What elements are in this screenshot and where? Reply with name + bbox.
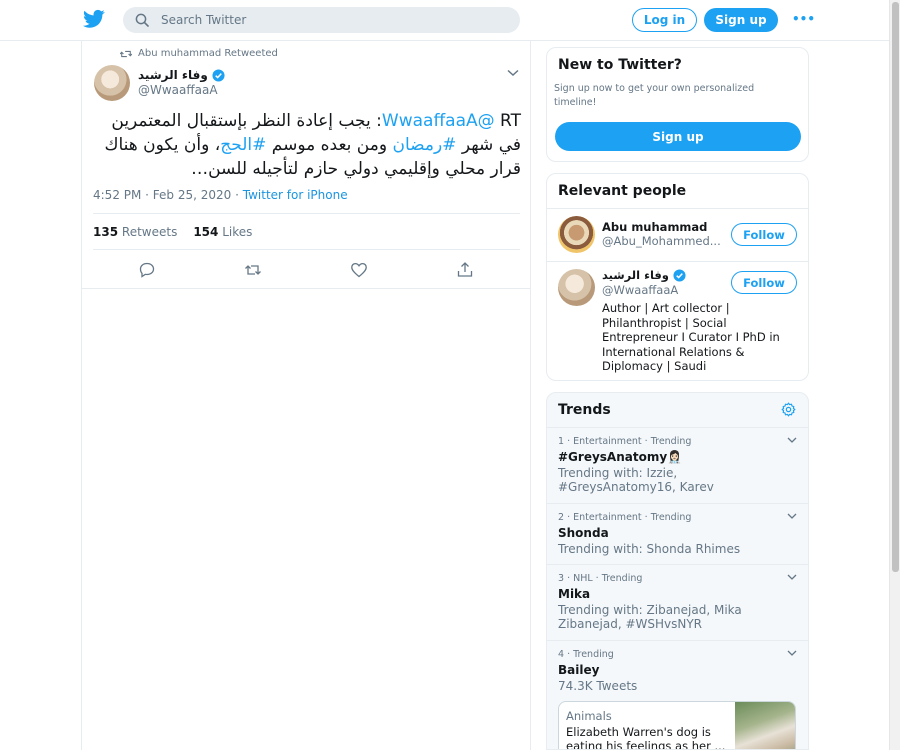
tweet-rt-prefix: RT — [494, 111, 521, 131]
person-name-text: Abu muhammad — [602, 220, 708, 234]
signup-button[interactable]: Sign up — [704, 8, 778, 32]
more-menu-icon[interactable]: ••• — [792, 12, 815, 26]
tweet-timestamp[interactable]: 4:52 PM · Feb 25, 2020 · — [93, 188, 243, 202]
page-scrollbar[interactable] — [889, 0, 900, 750]
trend-name: Shonda — [558, 526, 609, 540]
share-icon[interactable] — [456, 261, 474, 279]
verified-badge-icon — [673, 268, 686, 282]
likes-count: 154 — [193, 225, 219, 239]
signup-button[interactable]: Sign up — [555, 122, 801, 151]
trend-meta: 3 · NHL · Trending — [558, 573, 643, 584]
reply-icon[interactable] — [138, 261, 156, 279]
search-box[interactable] — [123, 7, 520, 33]
follow-button[interactable]: Follow — [731, 271, 797, 294]
trend-item[interactable]: 3 · NHL · Trending Mika Trending with: Z… — [547, 564, 808, 640]
hashtag-link[interactable]: #الحج — [220, 135, 266, 155]
twitter-bird-icon[interactable] — [83, 9, 105, 29]
tweet-mention-link[interactable]: @WwaaffaaA — [382, 111, 495, 131]
settings-gear-icon[interactable] — [781, 402, 796, 417]
trend-meta: 4 · Trending — [558, 649, 614, 660]
chevron-down-icon[interactable] — [787, 437, 797, 444]
author-avatar[interactable] — [94, 65, 130, 101]
trend-item[interactable]: 2 · Entertainment · Trending Shonda Tren… — [547, 503, 808, 564]
tweet-actions — [82, 261, 530, 281]
tweet-text-part: ومن بعده موسم — [266, 135, 393, 155]
likes-stat[interactable]: 154 Likes — [193, 225, 252, 239]
divider — [93, 249, 520, 250]
tweet-text: RT @WwaaffaaA: يجب إعادة النظر بإستقبال … — [96, 109, 521, 181]
tweet-source-link[interactable]: Twitter for iPhone — [243, 188, 348, 202]
tweet-stats: 135 Retweets 154 Likes — [93, 225, 252, 239]
person-handle[interactable]: @WwaaffaaA — [602, 283, 727, 297]
verified-badge-icon — [212, 68, 225, 82]
scrollbar-thumb[interactable] — [892, 2, 899, 572]
person-name-text: وفاء الرشيد — [602, 268, 669, 282]
likes-label: Likes — [222, 225, 253, 239]
login-button[interactable]: Log in — [632, 8, 697, 32]
retweets-label: Retweets — [121, 225, 178, 239]
search-icon — [135, 13, 149, 27]
divider — [547, 261, 808, 262]
retweeted-by-text[interactable]: Abu muhammad Retweeted — [138, 48, 278, 59]
person-handle[interactable]: @Abu_Mohammed... — [602, 234, 727, 248]
trend-subtext: Trending with: Izzie, #GreysAnatomy16, K… — [558, 466, 714, 494]
news-title: Elizabeth Warren's dog is eating his fee… — [566, 725, 726, 750]
avatar[interactable] — [558, 269, 595, 306]
retweet-context: Abu muhammad Retweeted — [120, 48, 278, 59]
card-title: New to Twitter? — [558, 57, 682, 73]
trend-name: Bailey — [558, 663, 600, 677]
person-name[interactable]: وفاء الرشيد — [602, 268, 686, 282]
person-bio: Author | Art collector | Philanthropist … — [602, 301, 780, 373]
trend-meta: 2 · Entertainment · Trending — [558, 512, 692, 523]
news-thumbnail — [735, 702, 795, 749]
card-subtitle: Sign up now to get your own personalized… — [554, 83, 755, 108]
chevron-down-icon[interactable] — [787, 574, 797, 581]
divider — [547, 208, 808, 209]
retweets-stat[interactable]: 135 Retweets — [93, 225, 177, 239]
author-name-row[interactable]: وفاء الرشيد — [138, 68, 225, 82]
divider — [93, 213, 520, 214]
new-to-twitter-card: New to Twitter? Sign up now to get your … — [546, 47, 809, 162]
chevron-down-icon[interactable] — [507, 69, 519, 77]
tweet-detail: Abu muhammad Retweeted وفاء الرشيد @Wwaa… — [81, 41, 531, 750]
trend-name: #GreysAnatomy👩🏻‍⚕️ — [558, 450, 683, 464]
search-input[interactable] — [161, 9, 501, 31]
news-card[interactable]: Animals Elizabeth Warren's dog is eating… — [558, 701, 796, 750]
retweet-small-icon — [120, 50, 132, 57]
person-name[interactable]: Abu muhammad — [602, 220, 707, 234]
news-category: Animals — [566, 709, 612, 723]
tweet-meta: 4:52 PM · Feb 25, 2020 · Twitter for iPh… — [93, 188, 348, 202]
chevron-down-icon[interactable] — [787, 513, 797, 520]
avatar[interactable] — [558, 216, 595, 253]
trend-name: Mika — [558, 587, 591, 601]
trend-item[interactable]: 1 · Entertainment · Trending #GreysAnato… — [547, 427, 808, 503]
trends-card: Trends 1 · Entertainment · Trending #Gre… — [546, 392, 809, 750]
trend-subtext: Trending with: Zibanejad, Mika Zibanejad… — [558, 603, 742, 631]
retweets-count: 135 — [93, 225, 119, 239]
divider — [82, 288, 530, 289]
retweet-icon[interactable] — [244, 261, 262, 279]
hashtag-link[interactable]: #رمضان — [392, 135, 456, 155]
like-heart-icon[interactable] — [350, 261, 368, 279]
chevron-down-icon[interactable] — [787, 650, 797, 657]
relevant-people-card: Relevant people Abu muhammad @Abu_Mohamm… — [546, 173, 809, 381]
card-title: Trends — [558, 402, 611, 418]
trend-subtext: 74.3K Tweets — [558, 679, 638, 693]
follow-button[interactable]: Follow — [731, 223, 797, 246]
trend-subtext: Trending with: Shonda Rhimes — [558, 542, 741, 556]
card-title: Relevant people — [558, 183, 687, 199]
author-handle[interactable]: @WwaaffaaA — [138, 83, 218, 97]
author-name[interactable]: وفاء الرشيد — [138, 68, 208, 82]
trend-meta: 1 · Entertainment · Trending — [558, 436, 692, 447]
top-bar: Log in Sign up ••• — [0, 0, 889, 41]
